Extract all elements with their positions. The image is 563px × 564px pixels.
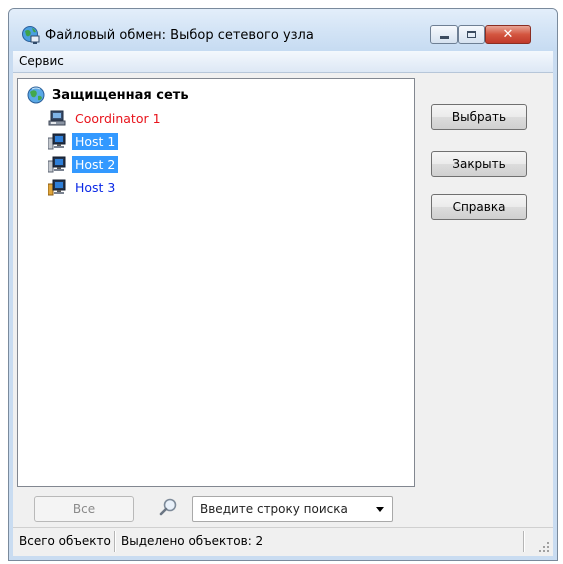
status-total-objects: Всего объектов bbox=[19, 534, 111, 548]
status-selected-objects: Выделено объектов: 2 bbox=[121, 534, 264, 548]
tree-node-host-1[interactable]: Host 1 bbox=[48, 131, 119, 151]
globe-network-icon bbox=[27, 86, 45, 104]
tree-node-host-2[interactable]: Host 2 bbox=[48, 154, 119, 174]
search-input[interactable]: Введите строку поиска bbox=[192, 496, 393, 522]
maximize-button[interactable] bbox=[458, 25, 485, 44]
minimize-icon bbox=[439, 35, 449, 39]
search-bar: Все Введите строку поиска bbox=[17, 487, 415, 527]
search-input-text: Введите строку поиска bbox=[200, 502, 348, 516]
tree-node-host-3[interactable]: Host 3 bbox=[48, 177, 118, 197]
action-panel: Выбрать Закрыть Справка bbox=[419, 73, 553, 527]
maximize-icon bbox=[467, 31, 476, 38]
tree-node-label: Host 2 bbox=[72, 155, 119, 173]
coordinator-computer-icon bbox=[48, 110, 66, 125]
select-button[interactable]: Выбрать bbox=[431, 104, 527, 130]
menu-bar: Сервис bbox=[13, 51, 553, 73]
main-window: Файловый обмен: Выбор сетевого узла ✕ Се… bbox=[8, 8, 558, 561]
window-title: Файловый обмен: Выбор сетевого узла bbox=[45, 28, 314, 43]
minimize-button[interactable] bbox=[430, 25, 458, 44]
status-separator bbox=[114, 531, 115, 552]
app-globe-icon bbox=[22, 26, 40, 44]
title-bar[interactable]: Файловый обмен: Выбор сетевого узла ✕ bbox=[9, 9, 557, 51]
client-area: Защищенная сеть Coordinator 1 Host 1 Hos… bbox=[13, 73, 553, 556]
host-computer-icon bbox=[48, 156, 66, 172]
search-icon[interactable] bbox=[158, 497, 178, 517]
menu-service[interactable]: Сервис bbox=[19, 54, 64, 68]
close-icon: ✕ bbox=[502, 27, 514, 42]
status-bar: Всего объектов Выделено объектов: 2 bbox=[13, 527, 553, 556]
network-tree[interactable]: Защищенная сеть Coordinator 1 Host 1 Hos… bbox=[17, 78, 415, 487]
all-button[interactable]: Все bbox=[34, 496, 134, 522]
help-button[interactable]: Справка bbox=[431, 194, 527, 220]
close-window-button[interactable]: ✕ bbox=[485, 25, 531, 44]
tree-node-label: Coordinator 1 bbox=[75, 110, 161, 126]
tree-root-label: Защищенная сеть bbox=[52, 87, 189, 103]
tree-node-label: Host 3 bbox=[75, 179, 116, 195]
tree-node-coordinator-1[interactable]: Coordinator 1 bbox=[48, 108, 164, 128]
close-button[interactable]: Закрыть bbox=[431, 151, 527, 177]
tree-node-label: Host 1 bbox=[72, 132, 119, 150]
host-computer-icon bbox=[48, 179, 66, 195]
host-computer-icon bbox=[48, 133, 66, 149]
status-separator bbox=[523, 531, 524, 552]
tree-root-node[interactable]: Защищенная сеть bbox=[27, 85, 189, 105]
chevron-down-icon[interactable] bbox=[376, 507, 384, 512]
resize-grip-icon[interactable] bbox=[538, 541, 550, 553]
